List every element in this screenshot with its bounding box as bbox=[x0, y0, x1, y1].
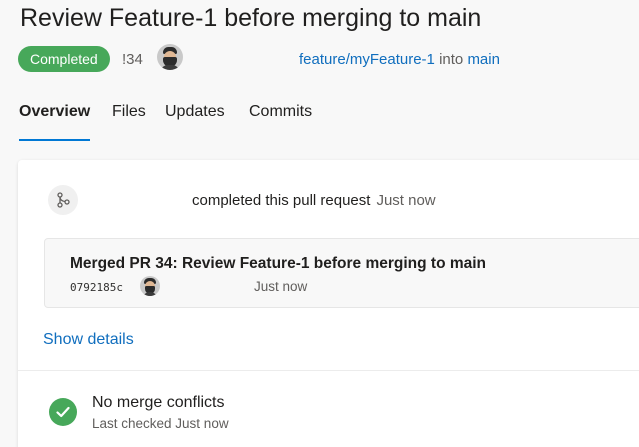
tab-commits[interactable]: Commits bbox=[249, 103, 312, 141]
merge-status-title: No merge conflicts bbox=[92, 394, 225, 411]
avatar-shirt bbox=[142, 292, 158, 296]
merge-glyph bbox=[57, 192, 70, 208]
commit-time: Just now bbox=[254, 279, 308, 294]
avatar-shirt bbox=[160, 65, 180, 70]
merge-commit-box: Merged PR 34: Review Feature-1 before me… bbox=[44, 238, 639, 308]
tab-overview[interactable]: Overview bbox=[19, 103, 91, 141]
pull-request-merge-icon bbox=[48, 185, 78, 215]
event-time: Just now bbox=[376, 192, 436, 209]
commit-title: Merged PR 34: Review Feature-1 before me… bbox=[70, 255, 487, 272]
merge-status-subtitle: Last checked Just now bbox=[92, 416, 229, 431]
status-badge: Completed bbox=[18, 46, 110, 72]
commit-author-avatar[interactable] bbox=[140, 276, 160, 296]
author-avatar[interactable] bbox=[157, 44, 183, 70]
tab-updates[interactable]: Updates bbox=[165, 103, 225, 141]
source-branch-link[interactable]: feature/myFeature-1 bbox=[299, 51, 435, 68]
commit-hash[interactable]: 0792185c bbox=[70, 281, 123, 294]
target-branch-link[interactable]: main bbox=[467, 51, 500, 68]
check-icon bbox=[49, 398, 77, 426]
into-text: into bbox=[439, 51, 464, 68]
page-title: Review Feature-1 before merging to main bbox=[20, 4, 482, 32]
show-details-link[interactable]: Show details bbox=[43, 331, 134, 349]
activity-card: completed this pull request Just now Merg… bbox=[18, 160, 639, 447]
check-glyph bbox=[56, 406, 70, 418]
event-text: completed this pull request Just now bbox=[192, 192, 436, 209]
branch-info: feature/myFeature-1 into main bbox=[299, 51, 500, 68]
divider bbox=[18, 370, 639, 371]
pr-meta-row: Completed !34 feature/myFeature-1 into m… bbox=[18, 44, 638, 74]
pr-id: !34 bbox=[122, 51, 143, 68]
event-description: completed this pull request bbox=[192, 192, 371, 209]
tab-files[interactable]: Files bbox=[112, 103, 146, 141]
